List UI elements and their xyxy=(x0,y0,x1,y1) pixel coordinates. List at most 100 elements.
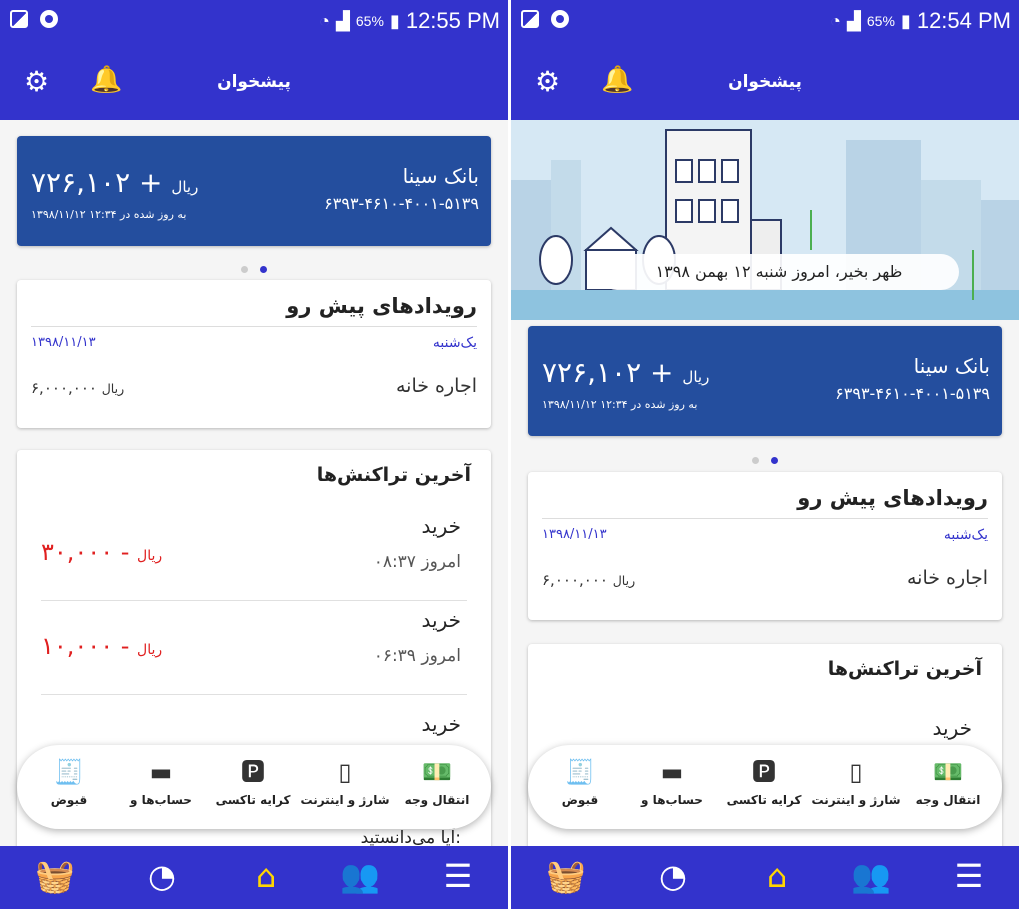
carousel-dots[interactable] xyxy=(511,449,1019,464)
event-date: ۱۳۹۸/۱۱/۱۳ xyxy=(31,335,96,350)
app-notification-icon xyxy=(40,10,58,28)
events-title: رویدادهای پیش رو xyxy=(797,486,988,510)
bills-button[interactable]: 🧾 قبوض xyxy=(534,757,626,807)
event-date: ۱۳۹۸/۱۱/۱۳ xyxy=(542,527,607,542)
topup-label: شارژ و اینترنت xyxy=(811,793,901,807)
battery-icon: ▮ xyxy=(389,10,400,31)
gallery-notification-icon xyxy=(521,10,539,28)
transactions-title: آخرین تراکنش‌ها xyxy=(316,464,471,486)
bank-card[interactable]: بانک سینا ۶۳۹۳-۴۶۱۰-۴۰۰۱-۵۱۳۹ ریال + ۷۲۶… xyxy=(528,326,1002,436)
taxi-button[interactable]: 🅿 کرایه تاکسی xyxy=(718,757,810,807)
city-illustration: ظهر بخیر، امروز شنبه ۱۲ بهمن ۱۳۹۸ xyxy=(511,120,1019,320)
bills-button[interactable]: 🧾 قبوض xyxy=(23,757,115,807)
home-icon[interactable]: ⌂ xyxy=(747,856,807,896)
bank-name: بانک سینا xyxy=(913,354,990,378)
transfer-button[interactable]: 💵 انتقال وجه xyxy=(902,757,994,807)
quick-actions-bar: 💵 انتقال وجه ▯ شارژ و اینترنت 🅿 کرایه تا… xyxy=(528,745,1002,829)
quick-actions-bar: 💵 انتقال وجه ▯ شارژ و اینترنت 🅿 کرایه تا… xyxy=(17,745,491,829)
status-bar: ◔ ▟ 65% ▮ 12:54 PM xyxy=(511,0,1019,46)
account-number: ۶۳۹۳-۴۶۱۰-۴۰۰۱-۵۱۳۹ xyxy=(835,384,990,403)
taxi-label: کرایه تاکسی xyxy=(215,793,291,807)
people-icon[interactable]: 👥 xyxy=(841,856,901,896)
last-updated: به روز شده در ۱۲:۳۴ ۱۳۹۸/۱۱/۱۲ xyxy=(542,398,698,411)
page-title: پیشخوان xyxy=(217,72,291,92)
balance-amount: + ۷۲۶,۱۰۲ xyxy=(542,356,674,389)
transfer-label: انتقال وجه xyxy=(404,793,470,807)
transaction-amount-value: - ۱۰,۰۰۰ xyxy=(41,632,130,660)
taxi-label: کرایه تاکسی xyxy=(726,793,802,807)
app-notification-icon xyxy=(551,10,569,28)
basket-icon[interactable]: 🧺 xyxy=(536,856,596,896)
clock: 12:54 PM xyxy=(916,8,1011,33)
transaction-name: خرید xyxy=(421,608,461,632)
accounts-button[interactable]: ▬ حساب‌ها و xyxy=(115,757,207,807)
events-title: رویدادهای پیش رو xyxy=(286,294,477,318)
event-amount-currency: ریال xyxy=(101,381,125,396)
page-title: پیشخوان xyxy=(728,72,802,92)
taxi-button[interactable]: 🅿 کرایه تاکسی xyxy=(207,757,299,807)
people-icon[interactable]: 👥 xyxy=(330,856,390,896)
transaction-time: امروز ۰۸:۳۷ xyxy=(373,552,461,572)
carousel-dot-active[interactable] xyxy=(771,457,778,464)
accounts-label: حساب‌ها و xyxy=(130,793,192,807)
carousel-dot[interactable] xyxy=(752,457,759,464)
divider xyxy=(31,326,477,327)
topup-button[interactable]: ▯ شارژ و اینترنت xyxy=(810,757,902,807)
bottom-navigation: 🧺 ◔ ⌂ 👥 ☰ xyxy=(0,846,508,909)
battery-icon: ▮ xyxy=(900,10,911,31)
balance: ریال + ۷۲۶,۱۰۲ xyxy=(542,356,709,389)
bills-label: قبوض xyxy=(50,793,88,807)
balance: ریال + ۷۲۶,۱۰۲ xyxy=(31,166,198,199)
credit-card-icon: ▬ xyxy=(660,758,684,786)
menu-icon[interactable]: ☰ xyxy=(428,856,488,896)
clock: 12:55 PM xyxy=(405,8,500,33)
battery-percent: 65% xyxy=(866,13,895,29)
last-updated: به روز شده در ۱۲:۳۴ ۱۳۹۸/۱۱/۱۲ xyxy=(31,208,187,221)
accounts-label: حساب‌ها و xyxy=(641,793,703,807)
wifi-icon: ◔ xyxy=(319,10,331,31)
topup-label: شارژ و اینترنت xyxy=(300,793,390,807)
did-you-know-label: آیا می‌دانستید: xyxy=(360,828,461,848)
transaction-amount: ریال - ۱۰,۰۰۰ xyxy=(41,632,162,660)
event-day: یک‌شنبه xyxy=(432,335,477,351)
pie-chart-icon[interactable]: ◔ xyxy=(132,856,192,896)
topup-button[interactable]: ▯ شارژ و اینترنت xyxy=(299,757,391,807)
transaction-row[interactable]: خرید امروز ۰۸:۳۷ ریال - ۳۰,۰۰۰ xyxy=(41,506,467,601)
upcoming-events-card[interactable]: رویدادهای پیش رو ۱۳۹۸/۱۱/۱۳ یک‌شنبه اجار… xyxy=(17,280,491,428)
greeting-banner: ظهر بخیر، امروز شنبه ۱۲ بهمن ۱۳۹۸ xyxy=(599,254,959,290)
receipt-icon: 🧾 xyxy=(565,758,595,786)
bottom-navigation: 🧺 ◔ ⌂ 👥 ☰ xyxy=(511,846,1019,909)
transaction-row[interactable]: خرید امروز ۰۶:۳۹ ریال - ۱۰,۰۰۰ xyxy=(41,600,467,695)
sim-card-icon: ▯ xyxy=(338,758,352,786)
transaction-time: امروز ۰۶:۳۹ xyxy=(373,646,461,666)
transfer-button[interactable]: 💵 انتقال وجه xyxy=(391,757,483,807)
carousel-dot-active[interactable] xyxy=(260,266,267,273)
basket-icon[interactable]: 🧺 xyxy=(25,856,85,896)
carousel-dot[interactable] xyxy=(241,266,248,273)
receipt-icon: 🧾 xyxy=(54,758,84,786)
transaction-currency: ریال xyxy=(137,548,163,564)
left-screen: ◔ ▟ 65% ▮ 12:55 PM ⚙ 🔔 پیشخوان بانک سینا… xyxy=(0,0,508,909)
carousel-dots[interactable] xyxy=(0,258,508,273)
pie-chart-icon[interactable]: ◔ xyxy=(643,856,703,896)
balance-currency: ریال xyxy=(682,368,710,386)
right-screen: ◔ ▟ 65% ▮ 12:54 PM ⚙ 🔔 پیشخوان ظهر بخیر،… xyxy=(511,0,1019,909)
event-amount-value: ۶,۰۰۰,۰۰۰ xyxy=(31,379,97,397)
account-number: ۶۳۹۳-۴۶۱۰-۴۰۰۱-۵۱۳۹ xyxy=(324,194,479,213)
event-day: یک‌شنبه xyxy=(943,527,988,543)
sim-card-icon: ▯ xyxy=(849,758,863,786)
upcoming-events-card[interactable]: رویدادهای پیش رو ۱۳۹۸/۱۱/۱۳ یک‌شنبه اجار… xyxy=(528,472,1002,620)
transfer-label: انتقال وجه xyxy=(915,793,981,807)
transaction-amount-value: - ۳۰,۰۰۰ xyxy=(41,538,130,566)
bank-card[interactable]: بانک سینا ۶۳۹۳-۴۶۱۰-۴۰۰۱-۵۱۳۹ ریال + ۷۲۶… xyxy=(17,136,491,246)
app-bar: ⚙ 🔔 پیشخوان xyxy=(0,46,508,120)
home-icon[interactable]: ⌂ xyxy=(236,856,296,896)
accounts-button[interactable]: ▬ حساب‌ها و xyxy=(626,757,718,807)
event-amount: ۶,۰۰۰,۰۰۰ ریال xyxy=(31,379,124,397)
money-transfer-icon: 💵 xyxy=(933,758,963,786)
transaction-amount: ریال - ۳۰,۰۰۰ xyxy=(41,538,162,566)
greeting-text: ظهر بخیر، امروز شنبه ۱۲ بهمن ۱۳۹۸ xyxy=(655,262,903,281)
menu-icon[interactable]: ☰ xyxy=(939,856,999,896)
wifi-icon: ◔ xyxy=(830,10,842,31)
transaction-name: خرید xyxy=(421,514,461,538)
